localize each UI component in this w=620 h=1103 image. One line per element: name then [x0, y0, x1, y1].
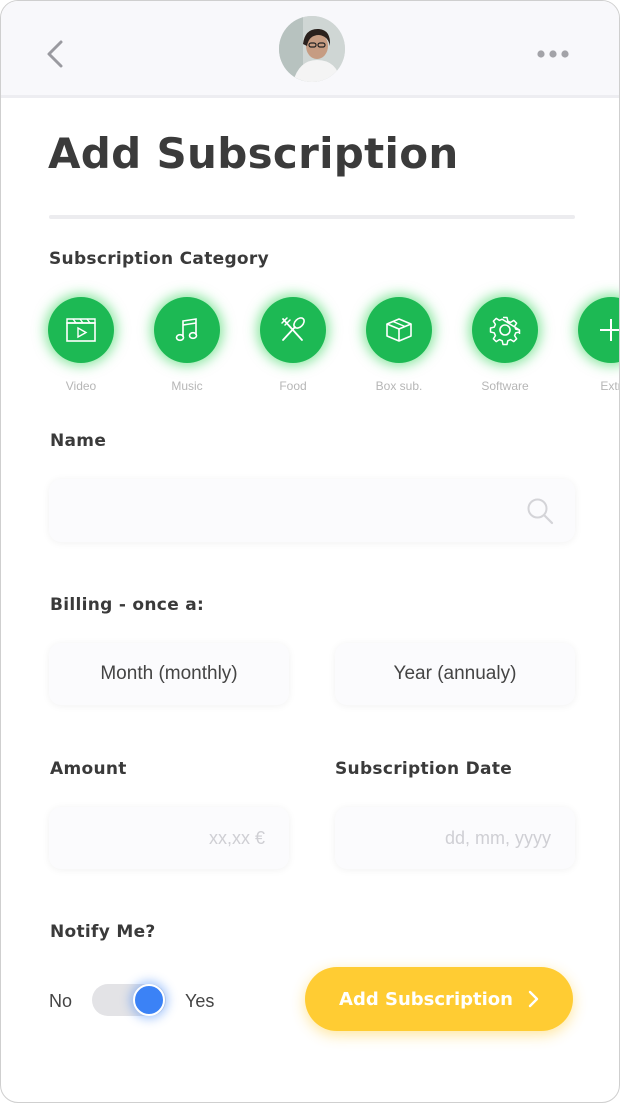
category-food[interactable]: Food: [253, 297, 333, 397]
plus-icon: [600, 319, 619, 341]
category-list: Video Music Food Box sub. Software Extr: [1, 297, 619, 407]
category-extra[interactable]: Extr: [571, 297, 619, 397]
date-input[interactable]: [335, 807, 575, 869]
amount-input[interactable]: [49, 807, 289, 869]
name-label: Name: [50, 431, 107, 451]
top-bar: [1, 1, 619, 98]
more-horizontal-icon[interactable]: [531, 43, 575, 65]
app-frame: Add Subscription Subscription Category V…: [0, 0, 620, 1103]
name-input[interactable]: [49, 479, 575, 542]
notify-label: Notify Me?: [50, 922, 156, 942]
category-label-software: Software: [481, 379, 529, 393]
amount-field: [49, 807, 289, 869]
category-label-box: Box sub.: [375, 379, 423, 393]
category-software[interactable]: Software: [465, 297, 545, 397]
billing-monthly-option[interactable]: Month (monthly): [49, 643, 289, 705]
add-subscription-button[interactable]: Add Subscription: [305, 967, 573, 1031]
music-icon: [175, 318, 198, 342]
billing-label: Billing - once a:: [50, 595, 205, 615]
category-label-music: Music: [171, 379, 203, 393]
page-title: Add Subscription: [48, 129, 459, 178]
video-icon: [66, 318, 96, 342]
avatar-image: [279, 16, 345, 82]
notify-toggle[interactable]: [92, 984, 166, 1016]
food-icon: [281, 317, 305, 341]
add-subscription-label: Add Subscription: [339, 988, 513, 1010]
toggle-knob[interactable]: [133, 984, 165, 1016]
search-icon[interactable]: [525, 496, 555, 526]
category-box[interactable]: Box sub.: [359, 297, 439, 397]
category-label-extra: Extr: [600, 379, 620, 393]
gear-icon: [489, 316, 521, 346]
chevron-right-icon: [528, 990, 539, 1008]
category-video[interactable]: Video: [41, 297, 121, 397]
category-label: Subscription Category: [49, 249, 269, 269]
toggle-off-label: No: [49, 991, 73, 1011]
name-field: [49, 479, 575, 542]
date-field: [335, 807, 575, 869]
chevron-left-icon[interactable]: [41, 37, 71, 71]
date-label: Subscription Date: [335, 759, 513, 779]
category-label-video: Video: [65, 379, 97, 393]
title-divider: [49, 215, 575, 219]
category-music[interactable]: Music: [147, 297, 227, 397]
toggle-on-label: Yes: [185, 991, 215, 1011]
category-label-food: Food: [279, 379, 307, 393]
billing-yearly-option[interactable]: Year (annualy): [335, 643, 575, 705]
box-icon: [386, 318, 412, 342]
avatar[interactable]: [279, 16, 345, 82]
amount-label: Amount: [50, 759, 127, 779]
